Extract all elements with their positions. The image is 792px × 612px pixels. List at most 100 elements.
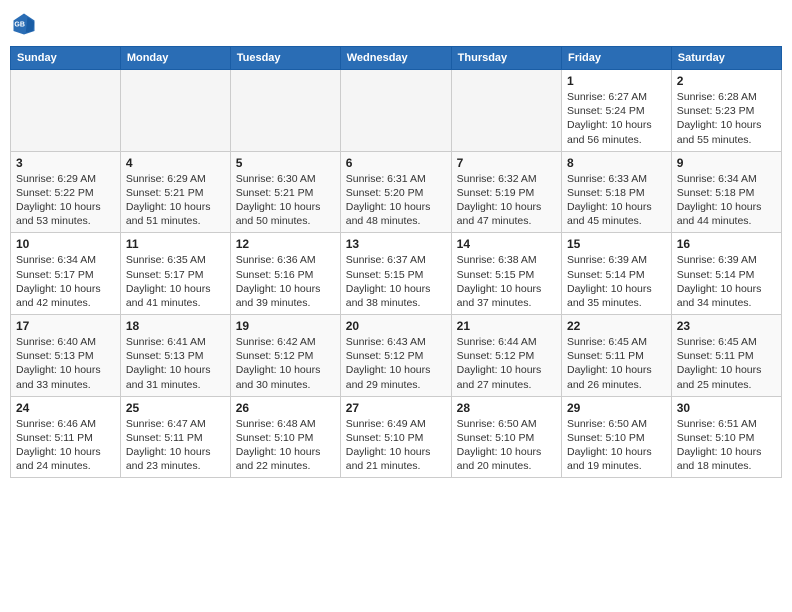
weekday-header-friday: Friday <box>561 47 671 70</box>
day-cell: 1 Sunrise: 6:27 AM Sunset: 5:24 PM Daylig… <box>561 70 671 152</box>
day-cell <box>340 70 451 152</box>
day-cell: 28Sunrise: 6:50 AM Sunset: 5:10 PM Dayli… <box>451 396 561 478</box>
day-info: Sunrise: 6:41 AM Sunset: 5:13 PM Dayligh… <box>126 335 225 392</box>
day-info: Sunrise: 6:33 AM Sunset: 5:18 PM Dayligh… <box>567 172 666 229</box>
day-cell: 26 Sunrise: 6:48 AM Sunset: 5:10 PM Dayli… <box>230 396 340 478</box>
day-info: Sunrise: 6:37 AM Sunset: 5:15 PM Dayligh… <box>346 253 446 310</box>
day-cell <box>230 70 340 152</box>
day-cell <box>451 70 561 152</box>
day-number: 17 <box>16 319 115 333</box>
day-number: 27 <box>346 401 446 415</box>
day-cell: 8 Sunrise: 6:33 AM Sunset: 5:18 PM Daylig… <box>561 151 671 233</box>
day-info: Sunrise: 6:51 AM Sunset: 5:10 PM Dayligh… <box>677 417 776 474</box>
day-number: 14 <box>457 237 556 251</box>
day-cell: 3 Sunrise: 6:29 AM Sunset: 5:22 PM Daylig… <box>11 151 121 233</box>
day-number: 29 <box>567 401 666 415</box>
svg-text:GB: GB <box>14 22 25 29</box>
day-cell: 19Sunrise: 6:42 AM Sunset: 5:12 PM Dayli… <box>230 315 340 397</box>
day-info: Sunrise: 6:38 AM Sunset: 5:15 PM Dayligh… <box>457 253 556 310</box>
day-number: 24 <box>16 401 115 415</box>
day-info: Sunrise: 6:43 AM Sunset: 5:12 PM Dayligh… <box>346 335 446 392</box>
day-cell: 17 Sunrise: 6:40 AM Sunset: 5:13 PM Dayli… <box>11 315 121 397</box>
day-info: Sunrise: 6:30 AM Sunset: 5:21 PM Dayligh… <box>236 172 335 229</box>
day-number: 11 <box>126 237 225 251</box>
day-number: 3 <box>16 156 115 170</box>
weekday-header-tuesday: Tuesday <box>230 47 340 70</box>
day-number: 22 <box>567 319 666 333</box>
week-row-3: 10 Sunrise: 6:34 AM Sunset: 5:17 PM Dayli… <box>11 233 782 315</box>
day-cell: 23 Sunrise: 6:45 AM Sunset: 5:11 PM Dayli… <box>671 315 781 397</box>
day-info: Sunrise: 6:50 AM Sunset: 5:10 PM Dayligh… <box>567 417 666 474</box>
day-number: 23 <box>677 319 776 333</box>
day-cell: 5 Sunrise: 6:30 AM Sunset: 5:21 PM Daylig… <box>230 151 340 233</box>
weekday-header-saturday: Saturday <box>671 47 781 70</box>
day-info: Sunrise: 6:34 AM Sunset: 5:17 PM Dayligh… <box>16 253 115 310</box>
day-cell: 12 Sunrise: 6:36 AM Sunset: 5:16 PM Dayli… <box>230 233 340 315</box>
day-number: 12 <box>236 237 335 251</box>
day-number: 1 <box>567 74 666 88</box>
day-info: Sunrise: 6:48 AM Sunset: 5:10 PM Dayligh… <box>236 417 335 474</box>
day-number: 25 <box>126 401 225 415</box>
day-cell: 21 Sunrise: 6:44 AM Sunset: 5:12 PM Dayli… <box>451 315 561 397</box>
day-cell: 9 Sunrise: 6:34 AM Sunset: 5:18 PM Daylig… <box>671 151 781 233</box>
day-info: Sunrise: 6:29 AM Sunset: 5:22 PM Dayligh… <box>16 172 115 229</box>
day-cell: 30 Sunrise: 6:51 AM Sunset: 5:10 PM Dayli… <box>671 396 781 478</box>
weekday-header-wednesday: Wednesday <box>340 47 451 70</box>
weekday-header-thursday: Thursday <box>451 47 561 70</box>
day-info: Sunrise: 6:49 AM Sunset: 5:10 PM Dayligh… <box>346 417 446 474</box>
day-cell: 22 Sunrise: 6:45 AM Sunset: 5:11 PM Dayli… <box>561 315 671 397</box>
day-cell: 25 Sunrise: 6:47 AM Sunset: 5:11 PM Dayli… <box>120 396 230 478</box>
day-cell <box>120 70 230 152</box>
day-cell: 16 Sunrise: 6:39 AM Sunset: 5:14 PM Dayli… <box>671 233 781 315</box>
day-number: 6 <box>346 156 446 170</box>
weekday-header-row: SundayMondayTuesdayWednesdayThursdayFrid… <box>11 47 782 70</box>
day-cell: 27 Sunrise: 6:49 AM Sunset: 5:10 PM Dayli… <box>340 396 451 478</box>
day-cell: 13 Sunrise: 6:37 AM Sunset: 5:15 PM Dayli… <box>340 233 451 315</box>
day-cell: 29 Sunrise: 6:50 AM Sunset: 5:10 PM Dayli… <box>561 396 671 478</box>
day-cell: 11Sunrise: 6:35 AM Sunset: 5:17 PM Dayli… <box>120 233 230 315</box>
day-number: 28 <box>457 401 556 415</box>
day-number: 20 <box>346 319 446 333</box>
day-number: 10 <box>16 237 115 251</box>
day-cell: 18 Sunrise: 6:41 AM Sunset: 5:13 PM Dayli… <box>120 315 230 397</box>
week-row-1: 1 Sunrise: 6:27 AM Sunset: 5:24 PM Daylig… <box>11 70 782 152</box>
day-info: Sunrise: 6:46 AM Sunset: 5:11 PM Dayligh… <box>16 417 115 474</box>
day-number: 9 <box>677 156 776 170</box>
day-info: Sunrise: 6:36 AM Sunset: 5:16 PM Dayligh… <box>236 253 335 310</box>
day-cell: 15 Sunrise: 6:39 AM Sunset: 5:14 PM Dayli… <box>561 233 671 315</box>
day-number: 5 <box>236 156 335 170</box>
day-cell: 2 Sunrise: 6:28 AM Sunset: 5:23 PM Daylig… <box>671 70 781 152</box>
day-number: 8 <box>567 156 666 170</box>
day-info: Sunrise: 6:34 AM Sunset: 5:18 PM Dayligh… <box>677 172 776 229</box>
day-info: Sunrise: 6:47 AM Sunset: 5:11 PM Dayligh… <box>126 417 225 474</box>
day-info: Sunrise: 6:44 AM Sunset: 5:12 PM Dayligh… <box>457 335 556 392</box>
weekday-header-sunday: Sunday <box>11 47 121 70</box>
day-info: Sunrise: 6:39 AM Sunset: 5:14 PM Dayligh… <box>567 253 666 310</box>
day-info: Sunrise: 6:40 AM Sunset: 5:13 PM Dayligh… <box>16 335 115 392</box>
day-number: 16 <box>677 237 776 251</box>
day-cell: 7 Sunrise: 6:32 AM Sunset: 5:19 PM Daylig… <box>451 151 561 233</box>
calendar-table: SundayMondayTuesdayWednesdayThursdayFrid… <box>10 46 782 478</box>
day-number: 4 <box>126 156 225 170</box>
day-number: 18 <box>126 319 225 333</box>
day-info: Sunrise: 6:28 AM Sunset: 5:23 PM Dayligh… <box>677 90 776 147</box>
day-number: 26 <box>236 401 335 415</box>
day-cell: 24 Sunrise: 6:46 AM Sunset: 5:11 PM Dayli… <box>11 396 121 478</box>
day-info: Sunrise: 6:39 AM Sunset: 5:14 PM Dayligh… <box>677 253 776 310</box>
day-info: Sunrise: 6:45 AM Sunset: 5:11 PM Dayligh… <box>677 335 776 392</box>
day-number: 7 <box>457 156 556 170</box>
day-number: 30 <box>677 401 776 415</box>
day-number: 19 <box>236 319 335 333</box>
day-cell <box>11 70 121 152</box>
day-info: Sunrise: 6:27 AM Sunset: 5:24 PM Dayligh… <box>567 90 666 147</box>
day-number: 13 <box>346 237 446 251</box>
header: GB <box>10 10 782 38</box>
day-number: 2 <box>677 74 776 88</box>
day-number: 15 <box>567 237 666 251</box>
day-info: Sunrise: 6:45 AM Sunset: 5:11 PM Dayligh… <box>567 335 666 392</box>
day-info: Sunrise: 6:29 AM Sunset: 5:21 PM Dayligh… <box>126 172 225 229</box>
day-number: 21 <box>457 319 556 333</box>
day-info: Sunrise: 6:32 AM Sunset: 5:19 PM Dayligh… <box>457 172 556 229</box>
day-cell: 14 Sunrise: 6:38 AM Sunset: 5:15 PM Dayli… <box>451 233 561 315</box>
day-info: Sunrise: 6:31 AM Sunset: 5:20 PM Dayligh… <box>346 172 446 229</box>
